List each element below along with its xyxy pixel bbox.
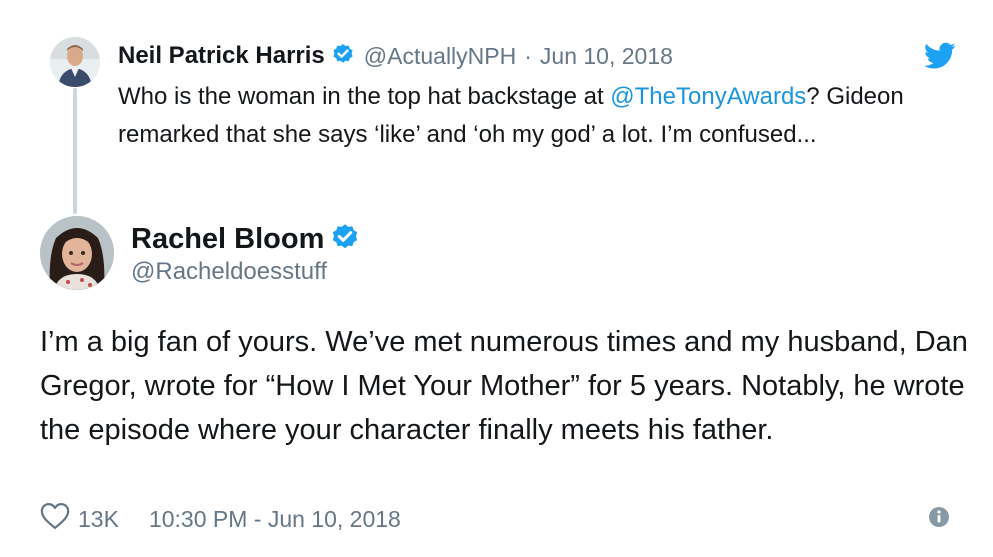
tweet-footer: 13K 10:30 PM - Jun 10, 2018 xyxy=(40,503,960,535)
author-name[interactable]: Neil Patrick Harris xyxy=(118,42,325,70)
info-icon[interactable] xyxy=(928,506,950,528)
author-handle[interactable]: @ActuallyNPH xyxy=(364,43,516,70)
tweet-date[interactable]: Jun 10, 2018 xyxy=(540,43,673,70)
tweet-text: I’m a big fan of yours. We’ve met numero… xyxy=(40,326,968,446)
avatar-neil-patrick-harris[interactable] xyxy=(50,37,100,87)
thread-connector-line xyxy=(73,88,77,214)
like-count[interactable]: 13K xyxy=(78,506,119,533)
tweet-author-row: Rachel Bloom xyxy=(131,220,359,258)
mention-link[interactable]: @TheTonyAwards xyxy=(610,83,806,110)
tweet-author-handle[interactable]: @Racheldoesstuff xyxy=(131,258,327,286)
reply-text-start: Who is the woman in the top hat backstag… xyxy=(118,83,611,110)
tweet-author-name[interactable]: Rachel Bloom xyxy=(131,223,324,256)
tweet-timestamp[interactable]: 10:30 PM - Jun 10, 2018 xyxy=(149,506,401,533)
avatar-rachel-bloom[interactable] xyxy=(40,216,114,290)
separator-dot: · xyxy=(524,42,532,69)
twitter-bird-icon[interactable] xyxy=(924,42,956,70)
replied-tweet-header: Neil Patrick Harris @ActuallyNPH · Jun 1… xyxy=(118,38,673,74)
heart-icon[interactable] xyxy=(40,502,78,536)
verified-badge-icon xyxy=(332,43,354,70)
replied-tweet: Neil Patrick Harris @ActuallyNPH · Jun 1… xyxy=(0,0,993,200)
verified-badge-icon xyxy=(331,223,359,256)
replied-tweet-text: Who is the woman in the top hat backstag… xyxy=(118,78,958,154)
